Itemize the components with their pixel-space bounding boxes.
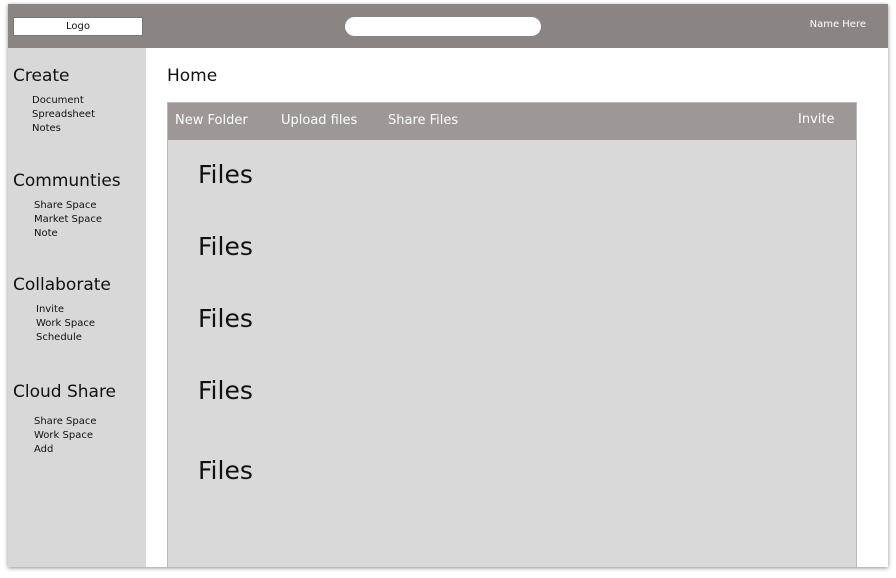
sidebar-section-create: Create Document Spreadsheet Notes <box>13 66 95 136</box>
sidebar-heading-communities: Communties <box>13 171 121 191</box>
sidebar: Create Document Spreadsheet Notes Commun… <box>8 48 146 567</box>
file-item[interactable]: Files <box>198 232 253 261</box>
sidebar-item-notes[interactable]: Notes <box>32 122 95 136</box>
share-files-button[interactable]: Share Files <box>388 113 458 128</box>
sidebar-item-invite[interactable]: Invite <box>36 303 111 317</box>
file-item[interactable]: Files <box>198 160 253 189</box>
page-title: Home <box>167 66 218 86</box>
sidebar-item-document[interactable]: Document <box>32 94 95 108</box>
sidebar-item-work-space[interactable]: Work Space <box>34 429 116 443</box>
sidebar-item-market-space[interactable]: Market Space <box>34 213 121 227</box>
sidebar-section-cloud-share: Cloud Share Share Space Work Space Add <box>13 382 116 457</box>
file-item[interactable]: Files <box>198 456 253 485</box>
app-window: Logo Name Here Create Document Spreadshe… <box>8 4 888 567</box>
sidebar-section-communities: Communties Share Space Market Space Note <box>13 171 121 241</box>
sidebar-heading-cloud-share: Cloud Share <box>13 382 117 402</box>
sidebar-item-schedule[interactable]: Schedule <box>36 331 111 345</box>
top-header-bar: Logo Name Here <box>8 4 888 48</box>
new-folder-button[interactable]: New Folder <box>175 113 248 128</box>
upload-files-button[interactable]: Upload files <box>281 113 357 128</box>
files-toolbar: New Folder Upload files Share Files Invi… <box>168 103 856 140</box>
sidebar-section-collaborate: Collaborate Invite Work Space Schedule <box>13 275 111 345</box>
invite-button[interactable]: Invite <box>798 112 834 127</box>
file-item[interactable]: Files <box>198 304 253 333</box>
user-name-link[interactable]: Name Here <box>810 19 866 30</box>
sidebar-item-spreadsheet[interactable]: Spreadsheet <box>32 108 95 122</box>
sidebar-item-share-space[interactable]: Share Space <box>34 199 121 213</box>
sidebar-item-work-space[interactable]: Work Space <box>36 317 111 331</box>
sidebar-item-add[interactable]: Add <box>34 443 116 457</box>
sidebar-heading-collaborate: Collaborate <box>13 275 111 295</box>
search-input[interactable] <box>345 17 541 36</box>
sidebar-item-share-space[interactable]: Share Space <box>34 415 116 429</box>
sidebar-heading-create: Create <box>13 66 70 86</box>
files-panel: New Folder Upload files Share Files Invi… <box>167 102 857 567</box>
file-item[interactable]: Files <box>198 376 253 405</box>
sidebar-item-note[interactable]: Note <box>34 227 121 241</box>
logo[interactable]: Logo <box>13 17 143 36</box>
